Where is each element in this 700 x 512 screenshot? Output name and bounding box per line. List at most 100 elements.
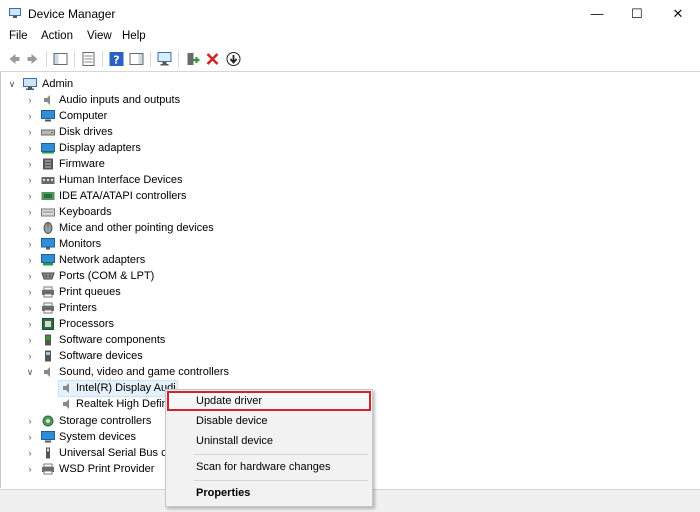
tree-item-human-interface-devices[interactable]: › Human Interface Devices — [1, 172, 301, 188]
tree-item-label: Monitors — [59, 238, 102, 250]
speaker-icon — [44, 95, 50, 105]
chevron-right-icon[interactable]: › — [25, 348, 35, 364]
chevron-right-icon[interactable]: › — [25, 332, 35, 348]
chevron-down-icon[interactable]: ∨ — [25, 364, 35, 380]
software-device-icon — [45, 350, 51, 362]
toolbar-separator — [74, 51, 75, 67]
tree-item-label: IDE ATA/ATAPI controllers — [59, 190, 187, 202]
context-separator — [194, 454, 368, 455]
chevron-right-icon[interactable]: › — [25, 236, 35, 252]
tree-item-label: Software devices — [59, 350, 143, 362]
chevron-right-icon[interactable]: › — [25, 220, 35, 236]
tree-item-label: Processors — [59, 318, 115, 330]
chevron-right-icon[interactable]: › — [25, 172, 35, 188]
chevron-right-icon[interactable]: › — [25, 124, 35, 140]
context-separator — [194, 480, 368, 481]
enable-device-icon[interactable] — [184, 51, 201, 67]
computer-icon — [41, 110, 55, 122]
tree-item-label: WSD Print Provider — [59, 463, 155, 475]
chevron-right-icon[interactable]: › — [25, 140, 35, 156]
printer-icon — [42, 302, 54, 314]
software-component-icon — [45, 334, 51, 346]
tree-item-label: Computer — [59, 110, 108, 122]
toolbar: ? — [0, 47, 700, 72]
tree-item-monitors[interactable]: › Monitors — [1, 236, 301, 252]
chevron-right-icon[interactable]: › — [25, 92, 35, 108]
chevron-right-icon[interactable]: › — [25, 156, 35, 172]
tree-item-ide-ata-atapi-controllers[interactable]: › IDE ATA/ATAPI controllers — [1, 188, 301, 204]
tree-root[interactable]: ∨ Admin — [1, 76, 301, 92]
uninstall-icon[interactable] — [204, 51, 221, 67]
tree-item-keyboards[interactable]: › Keyboards — [1, 204, 301, 220]
scan-hardware-icon[interactable] — [156, 51, 173, 67]
chevron-right-icon[interactable]: › — [25, 268, 35, 284]
tree-item-label: Audio inputs and outputs — [59, 94, 181, 106]
context-uninstall-device[interactable]: Uninstall device — [196, 435, 273, 447]
tree-item-label: Network adapters — [59, 254, 146, 266]
usb-icon — [46, 447, 50, 459]
maximize-button[interactable]: ☐ — [614, 0, 660, 28]
chevron-right-icon[interactable]: › — [25, 188, 35, 204]
tree-item-label: Printers — [59, 302, 97, 314]
tree-item-mice-pointing-devices[interactable]: › Mice and other pointing devices — [1, 220, 301, 236]
device-manager-icon — [9, 8, 21, 18]
chevron-right-icon[interactable]: › — [25, 413, 35, 429]
chevron-right-icon[interactable]: › — [25, 429, 35, 445]
forward-icon[interactable] — [25, 51, 42, 67]
chevron-right-icon[interactable]: › — [25, 300, 35, 316]
storage-controller-icon — [42, 415, 54, 427]
context-disable-device[interactable]: Disable device — [196, 415, 268, 427]
close-button[interactable]: ✕ — [655, 0, 700, 28]
tree-item-display-adapters[interactable]: › Display adapters — [1, 140, 301, 156]
menu-help[interactable]: Help — [122, 30, 146, 42]
tree-item-network-adapters[interactable]: › Network adapters — [1, 252, 301, 268]
chevron-right-icon[interactable]: › — [25, 204, 35, 220]
action-pane-icon[interactable] — [128, 51, 145, 67]
speaker-icon — [63, 399, 69, 409]
window-title: Device Manager — [28, 7, 116, 21]
tree-item-software-devices[interactable]: › Software devices — [1, 348, 301, 364]
tree-item-ports-com-lpt[interactable]: › Ports (COM & LPT) — [1, 268, 301, 284]
hid-icon — [41, 177, 55, 184]
menu-action[interactable]: Action — [41, 30, 73, 42]
tree-item-processors[interactable]: › Processors — [1, 316, 301, 332]
tree-item-print-queues[interactable]: › Print queues — [1, 284, 301, 300]
tree-item-computer[interactable]: › Computer — [1, 108, 301, 124]
tree-item-audio-inputs-outputs[interactable]: › Audio inputs and outputs — [1, 92, 301, 108]
device-manager-window: Device Manager — ☐ ✕ File Action View He… — [0, 0, 700, 512]
tree-item-label: Print queues — [59, 286, 121, 298]
back-icon[interactable] — [5, 51, 22, 67]
display-adapter-icon — [41, 143, 55, 154]
toolbar-separator — [46, 51, 47, 67]
properties-icon[interactable] — [80, 51, 97, 67]
tree-item-printers[interactable]: › Printers — [1, 300, 301, 316]
chevron-right-icon[interactable]: › — [25, 461, 35, 477]
context-properties[interactable]: Properties — [196, 487, 250, 499]
tree-item-software-components[interactable]: › Software components — [1, 332, 301, 348]
chevron-down-icon[interactable]: ∨ — [7, 76, 17, 92]
chevron-right-icon[interactable]: › — [25, 108, 35, 124]
processor-icon — [42, 318, 54, 330]
show-hide-console-tree-icon[interactable] — [52, 51, 69, 67]
network-adapter-icon — [41, 254, 55, 266]
menu-file[interactable]: File — [9, 30, 28, 42]
tree-item-label: Intel(R) Display Audi — [76, 382, 176, 394]
help-icon[interactable]: ? — [108, 51, 125, 67]
speaker-icon — [63, 383, 69, 393]
chevron-right-icon[interactable]: › — [25, 316, 35, 332]
tree-item-firmware[interactable]: › Firmware — [1, 156, 301, 172]
tree-item-disk-drives[interactable]: › Disk drives — [1, 124, 301, 140]
chevron-right-icon[interactable]: › — [25, 284, 35, 300]
chevron-right-icon[interactable]: › — [25, 445, 35, 461]
chevron-right-icon[interactable]: › — [25, 252, 35, 268]
menu-view[interactable]: View — [87, 30, 112, 42]
context-scan-hardware[interactable]: Scan for hardware changes — [196, 461, 331, 473]
update-driver-icon[interactable] — [225, 51, 242, 67]
tree-item-label: Keyboards — [59, 206, 112, 218]
tree-item-label: Realtek High Defin — [76, 398, 168, 410]
tree-item-label: System devices — [59, 431, 137, 443]
tree-item-label: Software components — [59, 334, 166, 346]
context-update-driver[interactable]: Update driver — [196, 395, 262, 407]
tree-item-label: Sound, video and game controllers — [59, 366, 229, 378]
tree-item-sound-video-game-controllers[interactable]: ∨ Sound, video and game controllers — [1, 364, 301, 380]
